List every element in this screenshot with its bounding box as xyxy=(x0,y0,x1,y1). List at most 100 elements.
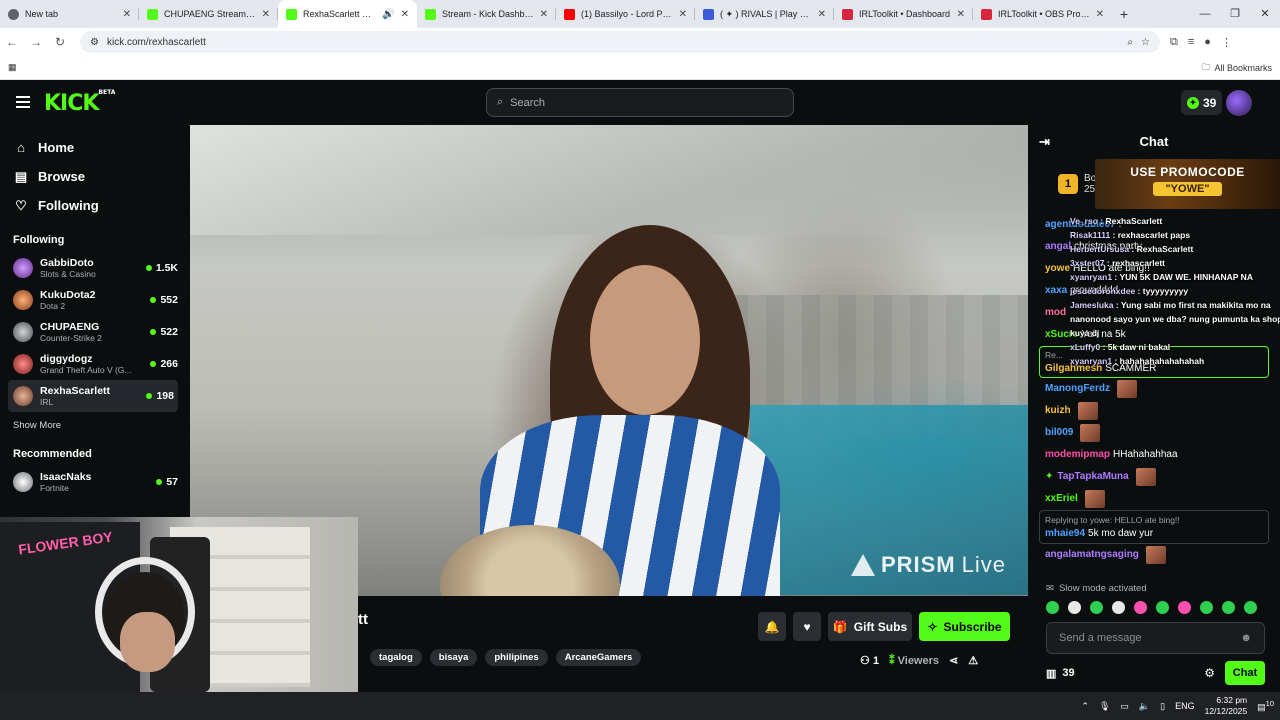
tab-close-icon[interactable]: ✕ xyxy=(262,9,270,20)
chat-username[interactable]: ManongFerdz xyxy=(1045,378,1110,400)
reload-icon[interactable]: ↻ xyxy=(48,35,72,49)
new-tab-button[interactable]: + xyxy=(1112,6,1136,22)
zoom-icon[interactable]: ⌕ xyxy=(1127,37,1133,48)
channel-item[interactable]: KukuDota2 Dota 2 552 xyxy=(0,284,190,316)
mic-icon[interactable]: 🎙 xyxy=(1099,701,1110,712)
browser-tab[interactable]: ( ✦ ) RIVALS | Play on Rob ✕ xyxy=(695,0,834,28)
tab-close-icon[interactable]: ✕ xyxy=(1096,9,1104,20)
chat-message[interactable]: ManongFerdz xyxy=(1045,378,1275,400)
media-icon[interactable]: ≡ xyxy=(1188,36,1194,49)
chat-message[interactable]: angalamatngsaging xyxy=(1045,544,1275,566)
restore-icon[interactable]: ❐ xyxy=(1220,0,1250,28)
browser-tab[interactable]: IRLToolkit • Dashboard ✕ xyxy=(834,0,973,28)
emote-icon[interactable] xyxy=(1134,601,1147,614)
emoji-picker-icon[interactable]: ☻ xyxy=(1240,632,1252,644)
chat-message[interactable]: bil009 xyxy=(1045,422,1275,444)
channel-item[interactable]: IsaacNaks Fortnite 57 xyxy=(0,466,190,498)
collapse-chat-icon[interactable]: ⇥ xyxy=(1039,134,1050,150)
chat-username[interactable]: xxEriel xyxy=(1045,488,1078,510)
channel-item[interactable]: diggydogz Grand Theft Auto V (G... 266 xyxy=(0,348,190,380)
chat-message[interactable]: kuizh xyxy=(1045,400,1275,422)
chat-username[interactable]: xaxa xyxy=(1045,280,1067,302)
chat-points[interactable]: ▥ 39 xyxy=(1046,667,1075,680)
tray-chevron-icon[interactable]: ⌃ xyxy=(1081,701,1089,712)
channel-item[interactable]: GabbiDoto Slots & Casino 1.5K xyxy=(0,252,190,284)
chat-message[interactable]: ✦ TapTapkaMuna xyxy=(1045,466,1275,488)
volume-icon[interactable]: 🔈 xyxy=(1139,701,1150,712)
browser-tab-active[interactable]: RexhaScarlett Stream 🔊 ✕ xyxy=(278,0,417,28)
notification-icon[interactable]: ▤10 xyxy=(1257,699,1274,713)
emote-icon[interactable] xyxy=(1068,601,1081,614)
chat-settings-icon[interactable]: ⚙ xyxy=(1204,666,1215,680)
chat-username[interactable]: modemipmap xyxy=(1045,444,1110,466)
tab-close-icon[interactable]: ✕ xyxy=(679,9,687,20)
promo-banner[interactable]: USE PROMOCODE "YOWE" xyxy=(1095,159,1280,209)
browser-tab[interactable]: CHUPAENG Stream - Wat ✕ xyxy=(139,0,278,28)
network-icon[interactable]: ▭ xyxy=(1120,701,1129,712)
tab-close-icon[interactable]: ✕ xyxy=(957,9,965,20)
apps-grid-icon[interactable]: ▦ xyxy=(8,62,17,73)
notification-bell-button[interactable]: 🔔 xyxy=(758,612,786,641)
forward-icon[interactable]: → xyxy=(24,35,48,49)
battery-icon[interactable]: ▯ xyxy=(1160,701,1165,712)
send-chat-button[interactable]: Chat xyxy=(1225,661,1265,685)
nav-following[interactable]: ♡ Following xyxy=(0,191,190,220)
emote-icon[interactable] xyxy=(1090,601,1103,614)
tag-chip[interactable]: philipines xyxy=(485,649,548,666)
back-icon[interactable]: ← xyxy=(0,35,24,49)
chat-message[interactable]: modemipmap HHahahahhaa xyxy=(1045,444,1275,466)
clock[interactable]: 6:32 pm 12/12/2025 xyxy=(1205,695,1248,717)
chat-username[interactable]: TapTapkaMuna xyxy=(1057,466,1128,488)
tab-close-icon[interactable]: ✕ xyxy=(123,9,131,20)
bookmark-star-icon[interactable]: ☆ xyxy=(1141,37,1150,48)
browser-tab[interactable]: (1) Bassilyo - Lord Patawad ✕ xyxy=(556,0,695,28)
tab-close-icon[interactable]: ✕ xyxy=(818,9,826,20)
menu-icon[interactable]: ⋮ xyxy=(1221,36,1232,49)
all-bookmarks-button[interactable]: 🗀 All Bookmarks xyxy=(1201,60,1272,76)
chat-username[interactable]: angalamatngsaging xyxy=(1045,544,1139,566)
kick-logo[interactable]: KICKBETA xyxy=(44,89,115,116)
extensions-icon[interactable]: ⧉ xyxy=(1170,36,1178,49)
menu-hamburger-icon[interactable] xyxy=(16,96,30,108)
emote-icon[interactable] xyxy=(1222,601,1235,614)
emote-icon[interactable] xyxy=(1200,601,1213,614)
nav-home[interactable]: ⌂ Home xyxy=(0,133,190,162)
browser-tab[interactable]: IRLToolkit • OBS Profiles ✕ xyxy=(973,0,1112,28)
chat-username[interactable]: mod xyxy=(1045,302,1066,324)
chat-message-input[interactable]: Send a message ☻ xyxy=(1046,622,1265,654)
language-indicator[interactable]: ENG xyxy=(1175,701,1195,711)
emote-icon[interactable] xyxy=(1046,601,1059,614)
chat-username[interactable]: kuizh xyxy=(1045,400,1071,422)
nav-browse[interactable]: ▤ Browse xyxy=(0,162,190,191)
user-avatar[interactable] xyxy=(1226,90,1252,116)
emote-icon[interactable] xyxy=(1156,601,1169,614)
report-icon[interactable]: ⚠ xyxy=(968,654,978,667)
share-icon[interactable]: ⋖ xyxy=(949,654,958,667)
subscribe-button[interactable]: ✧ Subscribe xyxy=(919,612,1010,641)
url-field[interactable]: ⚙ kick.com/rexhascarlett ⌕ ☆ xyxy=(80,31,1160,53)
tag-chip[interactable]: bisaya xyxy=(429,649,478,666)
tag-chip[interactable]: tagalog xyxy=(370,649,422,666)
channel-item[interactable]: CHUPAENG Counter-Strike 2 522 xyxy=(0,316,190,348)
browser-tab[interactable]: New tab ✕ xyxy=(0,0,139,28)
gift-subs-button[interactable]: 🎁 Gift Subs xyxy=(828,612,912,641)
browser-tab[interactable]: Stream - Kick Dashboard ✕ xyxy=(417,0,556,28)
show-more-link[interactable]: Show More xyxy=(0,420,190,438)
tag-chip[interactable]: ArcaneGamers xyxy=(555,649,642,666)
close-window-icon[interactable]: ✕ xyxy=(1250,0,1280,28)
emote-icon[interactable] xyxy=(1178,601,1191,614)
chat-message[interactable]: xxEriel xyxy=(1045,488,1275,510)
emote-icon[interactable] xyxy=(1244,601,1257,614)
chat-username[interactable]: mhaie94 xyxy=(1045,528,1085,539)
chat-username[interactable]: bil009 xyxy=(1045,422,1073,444)
channel-item-active[interactable]: RexhaScarlett IRL 198 xyxy=(8,380,178,412)
chat-username[interactable]: angal xyxy=(1045,236,1071,258)
site-info-icon[interactable]: ⚙ xyxy=(90,37,99,48)
chat-username[interactable]: yowe xyxy=(1045,258,1070,280)
profile-icon[interactable]: ● xyxy=(1204,36,1211,49)
speaker-icon[interactable]: 🔊 xyxy=(382,9,394,20)
search-input[interactable]: ⌕ Search xyxy=(486,88,794,117)
points-button[interactable]: ✦ 39 xyxy=(1181,90,1223,115)
chat-message-reply[interactable]: Replying to yowe: HELLO ate bing!! mhaie9… xyxy=(1039,510,1269,544)
follow-heart-button[interactable]: ♥ xyxy=(793,612,821,641)
